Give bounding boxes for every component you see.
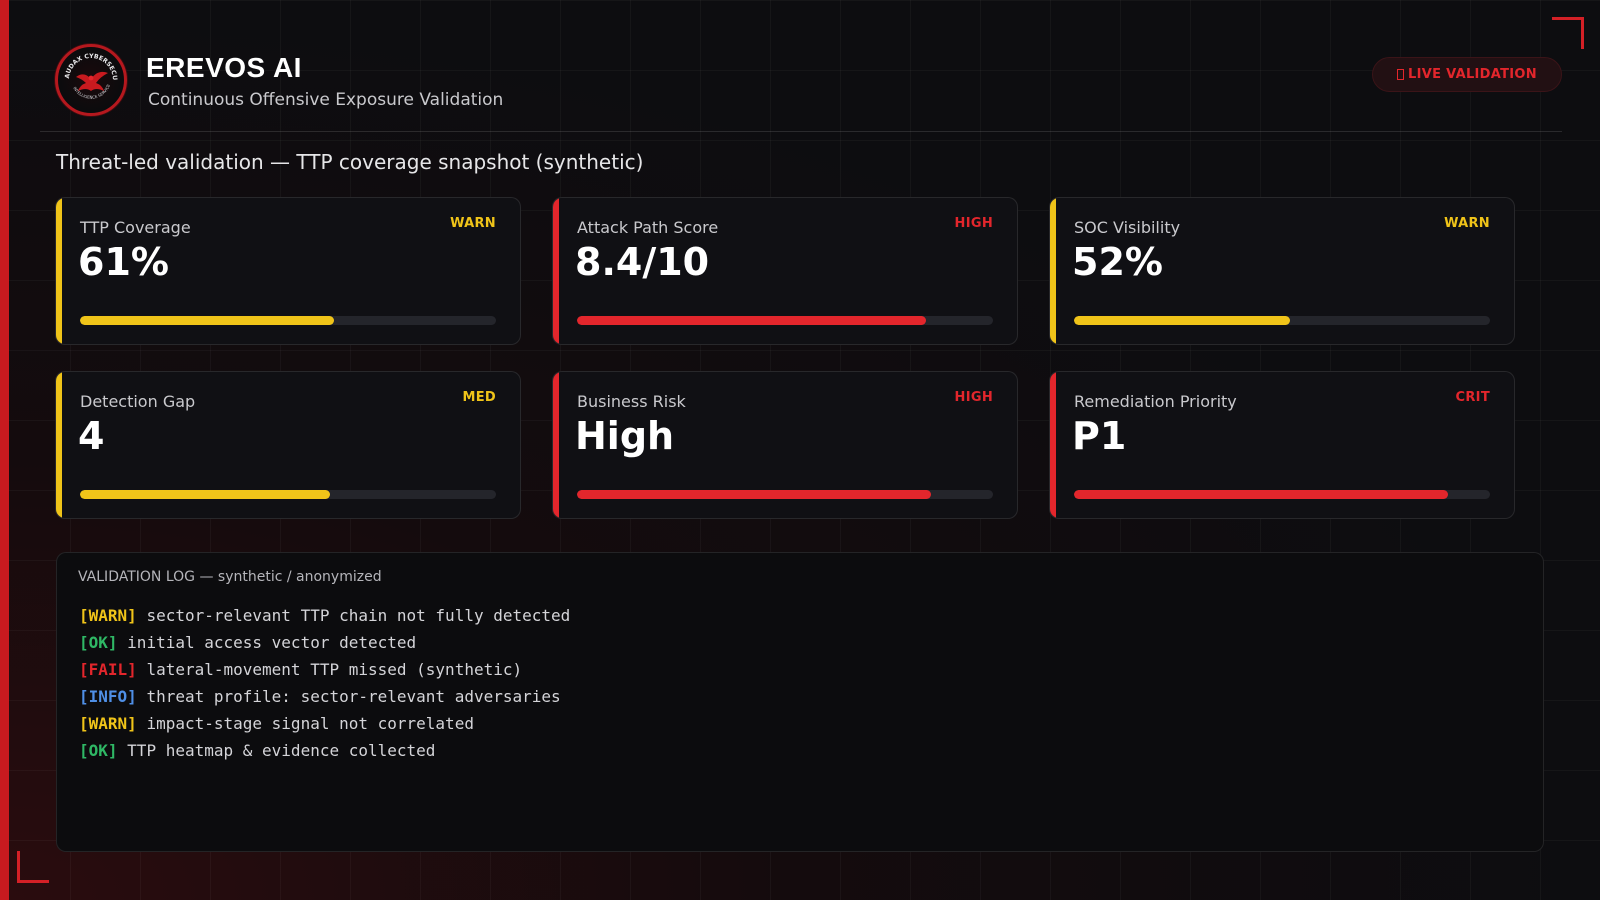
log-message: impact-stage signal not correlated [146,714,474,733]
app-subtitle: Continuous Offensive Exposure Validation [148,90,504,110]
metric-label: Detection Gap [80,392,196,411]
card-accent-bar [56,198,62,344]
metric-progress-fill [1074,316,1291,325]
severity-badge: CRIT [1455,390,1490,405]
card-accent-bar [1050,198,1056,344]
metric-label: Remediation Priority [1074,392,1237,411]
metric-progress-fill [577,490,931,499]
metric-label: SOC Visibility [1074,218,1181,237]
log-line: [OK] initial access vector detected [79,629,570,656]
metric-value: 8.4/10 [575,240,710,284]
log-message: TTP heatmap & evidence collected [127,741,436,760]
metric-value: High [575,414,675,458]
metric-value: P1 [1072,414,1127,458]
log-status-tag: [WARN] [79,606,137,625]
log-message: sector-relevant TTP chain not fully dete… [146,606,571,625]
metric-progress-fill [577,316,927,325]
metric-progress-fill [80,490,330,499]
log-message: lateral-movement TTP missed (synthetic) [146,660,523,679]
metric-card: SOC Visibility WARN 52% [1049,197,1515,345]
card-accent-bar [56,372,62,518]
live-validation-label: LIVE VALIDATION [1408,67,1537,82]
metric-progress-fill [1074,490,1449,499]
metric-progress-track [577,490,993,499]
metric-card: Attack Path Score HIGH 8.4/10 [552,197,1018,345]
metric-label: TTP Coverage [80,218,191,237]
log-line: [WARN] impact-stage signal not correlate… [79,710,570,737]
live-validation-badge[interactable]: LIVE VALIDATION [1372,57,1562,92]
metric-label: Attack Path Score [577,218,719,237]
metric-progress-track [1074,490,1490,499]
card-accent-bar [553,198,559,344]
metric-value: 61% [78,240,169,284]
log-status-tag: [WARN] [79,714,137,733]
metric-progress-track [80,490,496,499]
app-title: EREVOS AI [146,52,302,83]
metric-label: Business Risk [577,392,686,411]
severity-badge: WARN [450,216,496,231]
validation-log-lines: [WARN] sector-relevant TTP chain not ful… [79,602,570,764]
severity-badge: MED [462,390,496,405]
log-status-tag: [INFO] [79,687,137,706]
log-message: initial access vector detected [127,633,417,652]
metric-progress-track [80,316,496,325]
validation-log-panel: VALIDATION LOG — synthetic / anonymized … [56,552,1544,852]
svg-text:AUDAX CYBERSECURITY: AUDAX CYBERSECURITY [58,47,118,81]
metric-value: 4 [78,414,105,458]
log-line: [OK] TTP heatmap & evidence collected [79,737,570,764]
validation-log-title: VALIDATION LOG — synthetic / anonymized [78,569,382,585]
live-indicator-icon [1397,69,1405,80]
eagle-emblem-icon: AUDAX CYBERSECURITY INTELLIGENCE SERVICE… [58,47,118,100]
company-logo: AUDAX CYBERSECURITY INTELLIGENCE SERVICE… [55,44,127,116]
card-accent-bar [1050,372,1056,518]
card-accent-bar [553,372,559,518]
log-status-tag: [FAIL] [79,660,137,679]
metric-value: 52% [1072,240,1163,284]
metric-card: Detection Gap MED 4 [55,371,521,519]
log-line: [INFO] threat profile: sector-relevant a… [79,683,570,710]
page-headline: Threat-led validation — TTP coverage sna… [56,150,644,174]
metric-progress-track [1074,316,1490,325]
severity-badge: HIGH [954,216,993,231]
header: AUDAX CYBERSECURITY INTELLIGENCE SERVICE… [40,40,1562,132]
metric-progress-fill [80,316,334,325]
severity-badge: WARN [1444,216,1490,231]
log-line: [FAIL] lateral-movement TTP missed (synt… [79,656,570,683]
log-message: threat profile: sector-relevant adversar… [146,687,561,706]
left-accent-bar [0,0,9,900]
log-status-tag: [OK] [79,633,118,652]
metric-card: TTP Coverage WARN 61% [55,197,521,345]
log-line: [WARN] sector-relevant TTP chain not ful… [79,602,570,629]
corner-bracket-bottom-left [17,851,49,883]
metric-card: Business Risk HIGH High [552,371,1018,519]
metric-progress-track [577,316,993,325]
log-status-tag: [OK] [79,741,118,760]
metric-card: Remediation Priority CRIT P1 [1049,371,1515,519]
severity-badge: HIGH [954,390,993,405]
